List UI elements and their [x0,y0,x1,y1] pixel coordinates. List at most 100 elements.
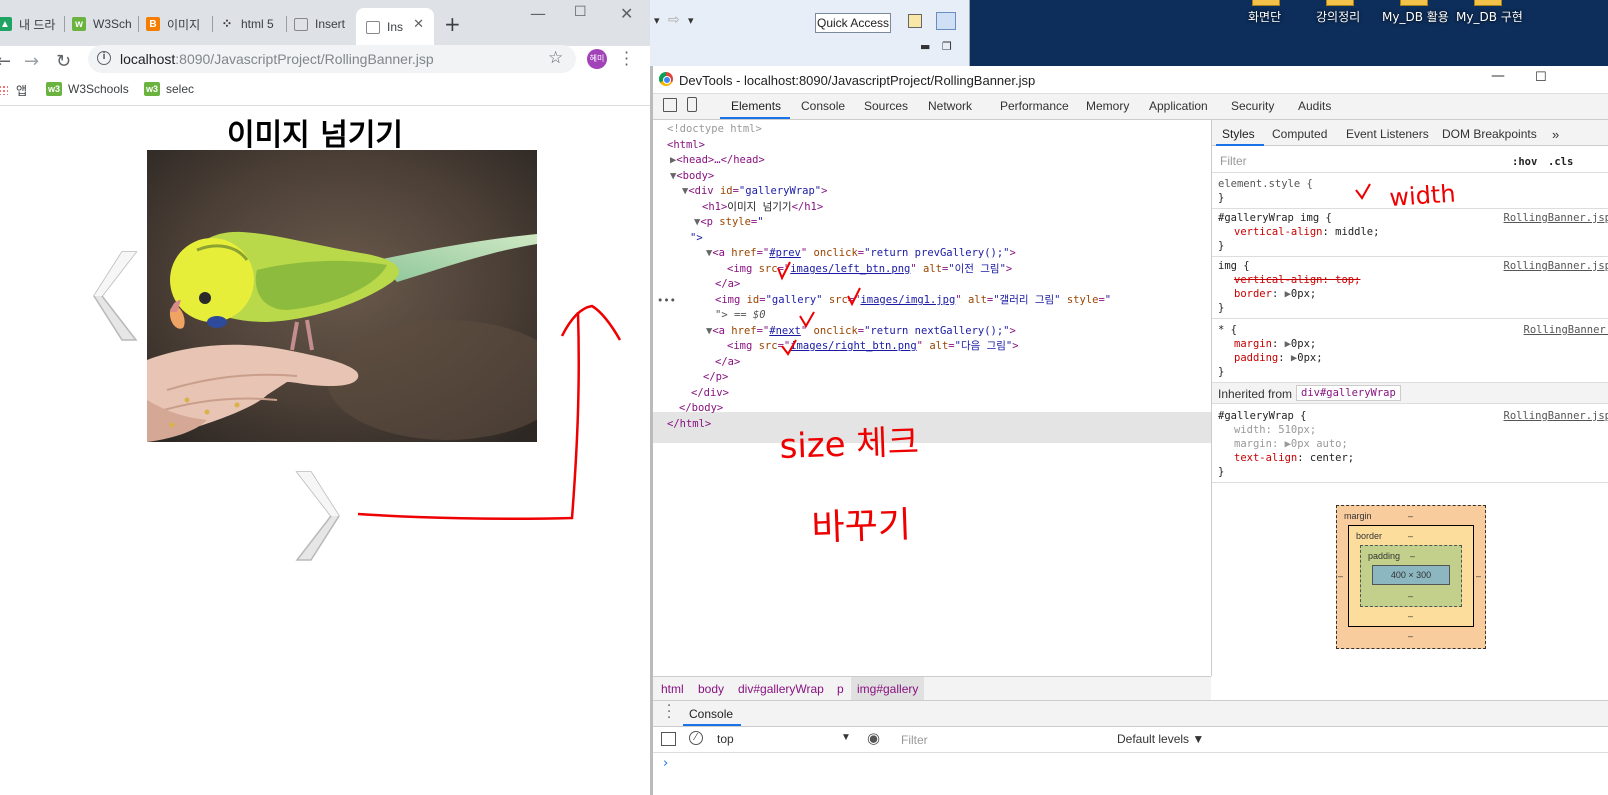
tab-blogger[interactable]: B 이미지 [146,10,206,38]
dom-p-close[interactable]: </p> [703,370,728,386]
minimize-icon[interactable]: — [530,4,546,23]
dom-a-prev[interactable]: ▼<a href="#prev" onclick="return prevGal… [706,246,1016,262]
breadcrumb-p[interactable]: p [837,682,844,696]
menu-dots-icon[interactable]: · · · [624,45,629,73]
dom-img-right[interactable]: <img src="images/right_btn.png" alt="다음 … [727,339,1019,355]
info-icon[interactable]: i [97,51,111,65]
breadcrumb-div[interactable]: div#galleryWrap [738,682,824,696]
dom-a-close[interactable]: </a> [715,355,740,371]
breadcrumb-img[interactable]: img#gallery [851,677,925,700]
dom-a-next[interactable]: ▼<a href="#next" onclick="return nextGal… [706,324,1016,340]
cls-toggle[interactable]: .cls [1548,156,1573,168]
css-selector[interactable]: * { [1218,324,1237,336]
desktop-icon-label[interactable]: 화면단 [1248,8,1281,25]
breadcrumb-html[interactable]: html [661,682,684,696]
close-icon[interactable]: ✕ [413,16,424,32]
minimize-view-icon[interactable]: ▬ [920,40,930,53]
more-dots-icon[interactable]: ••• [657,294,676,310]
tab-application[interactable]: Application [1149,99,1208,113]
tab-event-listeners[interactable]: Event Listeners [1346,127,1429,141]
clear-console-icon[interactable]: ⁄ [689,731,703,745]
prev-button[interactable] [92,250,140,342]
java-ee-perspective-icon[interactable] [936,12,956,30]
css-declaration-inactive[interactable]: width: 510px; [1234,424,1316,436]
device-toolbar-icon[interactable] [687,97,697,112]
drawer-tab-console[interactable]: Console [689,707,733,721]
dom-div-gallerywrap[interactable]: ▼<div id="galleryWrap"> [682,184,827,200]
dom-doctype[interactable]: <!doctype html> [667,122,762,138]
dom-img-gallery[interactable]: <img id="gallery" src="images/img1.jpg" … [715,293,1111,309]
reload-icon[interactable]: ↻ [56,51,71,72]
maximize-icon[interactable]: ☐ [574,4,587,20]
tab-security[interactable]: Security [1231,99,1274,113]
css-declaration-overridden[interactable]: vertical-align: top; [1234,274,1360,286]
close-window-icon[interactable]: ✕ [620,4,633,23]
console-filter-input[interactable]: Filter [901,733,928,747]
bookmark-w3schools[interactable]: w3 W3Schools [46,82,129,96]
css-selector[interactable]: img { [1218,260,1250,272]
inspect-icon[interactable] [663,98,677,112]
folder-icon[interactable] [1326,0,1354,6]
bookmark-apps[interactable]: 앱 [0,82,27,99]
chevron-down-icon[interactable]: ▼ [841,732,851,743]
folder-icon[interactable] [1474,0,1502,6]
back-icon[interactable]: ← [0,51,11,72]
tab-sources[interactable]: Sources [864,99,908,113]
open-perspective-icon[interactable] [908,14,922,28]
tab-drive[interactable]: ▲ 내 드라 [0,10,58,38]
desktop-icon-label[interactable]: My_DB 구현 [1456,8,1523,25]
maximize-view-icon[interactable]: ❐ [942,40,952,53]
css-selector[interactable]: #galleryWrap img { [1218,212,1332,224]
css-declaration[interactable]: margin: ▶0px; [1234,338,1316,350]
css-selector[interactable]: #galleryWrap { [1218,410,1307,422]
star-icon[interactable]: ☆ [548,48,563,68]
log-levels-select[interactable]: Default levels ▼ [1117,732,1204,746]
dom-img-left[interactable]: <img src="images/left_btn.png" alt="이전 그… [727,262,1012,278]
css-source-link[interactable]: RollingBanner.jsp [1524,324,1608,336]
css-declaration[interactable]: padding: ▶0px; [1234,352,1323,364]
dropdown-icon[interactable]: ▾ [654,14,660,27]
css-source-link[interactable]: RollingBanner.jsp [1504,260,1608,272]
bookmark-selec[interactable]: w3 selec [144,82,194,96]
dom-p[interactable]: ▼<p style=" [694,215,764,231]
tab-dom-breakpoints[interactable]: DOM Breakpoints [1442,127,1537,141]
next-button[interactable] [293,470,341,562]
dom-body-close[interactable]: </body> [679,401,723,417]
context-select[interactable]: top [717,732,734,746]
dropdown-icon[interactable]: ▾ [688,14,694,27]
tab-w3schools[interactable]: w W3Sch [72,10,132,38]
box-content[interactable]: 400 × 300 [1372,565,1450,585]
tab-performance[interactable]: Performance [1000,99,1069,113]
quick-access-field[interactable]: Quick Access [815,13,891,33]
forward-icon[interactable]: → [24,51,39,72]
folder-icon[interactable] [1252,0,1280,6]
tab-computed[interactable]: Computed [1272,127,1327,141]
address-bar[interactable]: i localhost:8090/JavascriptProject/Rolli… [88,45,576,73]
dom-a-close[interactable]: </a> [715,277,740,293]
tab-styles[interactable]: Styles [1222,127,1255,141]
drawer-menu-icon[interactable]: · · · [667,700,671,725]
sidebar-toggle-icon[interactable] [661,732,676,746]
minimize-icon[interactable]: — [1491,68,1505,84]
dom-div-close[interactable]: </div> [691,386,729,402]
avatar[interactable]: 혜미 [587,49,607,69]
desktop-icon-label[interactable]: My_DB 활용 [1382,8,1449,25]
css-source-link[interactable]: RollingBanner.jsp [1504,212,1608,224]
maximize-icon[interactable]: ☐ [1535,70,1547,85]
css-declaration[interactable]: vertical-align: middle; [1234,226,1379,238]
dom-body[interactable]: ▼<body> [670,169,714,185]
more-tabs-icon[interactable]: » [1552,127,1559,142]
css-source-link[interactable]: RollingBanner.jsp [1504,410,1608,422]
inherited-node-link[interactable]: div#galleryWrap [1296,385,1401,401]
hov-toggle[interactable]: :hov [1512,156,1537,168]
css-declaration[interactable]: border: ▶0px; [1234,288,1316,300]
dom-h1[interactable]: <h1>이미지 넘기기</h1> [702,200,823,216]
folder-icon[interactable] [1400,0,1428,6]
styles-filter-input[interactable]: Filter [1220,154,1247,168]
forward-nav-icon[interactable]: ⇨ [668,12,680,28]
tab-network[interactable]: Network [928,99,972,113]
desktop-icon-label[interactable]: 강의정리 [1316,8,1360,25]
tab-console[interactable]: Console [801,99,845,113]
dom-html-close[interactable]: </html> [667,417,711,433]
tab-html5[interactable]: ⁘ html 5 [220,10,280,38]
